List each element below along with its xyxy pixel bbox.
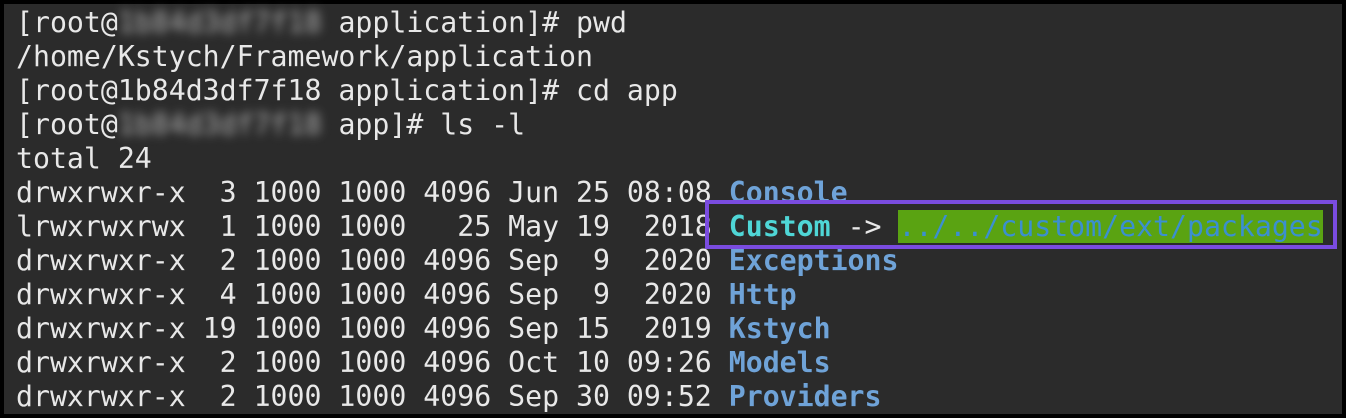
file-meta: drwxrwxr-x 19 1000 1000 4096 Sep 15 2019 — [16, 312, 729, 345]
prompt-prefix: [root@ — [16, 6, 118, 39]
terminal-line-cd-command: [root@1b84d3df7f18 application]# cd app — [16, 74, 678, 107]
symlink-target: ../../custom/ext/packages — [898, 210, 1323, 243]
terminal-line-total: total 24 — [16, 142, 152, 175]
terminal-line-pwd-command: [root@1b84d3df7f18 application]# pwd — [4, 6, 1342, 40]
terminal-window[interactable]: [root@1b84d3df7f18 application]# pwd /ho… — [4, 4, 1342, 414]
directory-name: Http — [728, 278, 797, 311]
file-meta: drwxrwxr-x 2 1000 1000 4096 Sep 30 09:52 — [16, 380, 729, 413]
listing-row-providers: drwxrwxr-x 2 1000 1000 4096 Sep 30 09:52… — [4, 380, 1342, 414]
symlink-arrow: -> — [830, 210, 899, 243]
prompt-command: app]# ls -l — [321, 108, 526, 141]
file-meta: drwxrwxr-x 4 1000 1000 4096 Sep 9 2020 — [16, 278, 729, 311]
terminal-line-pwd-output: /home/Kstych/Framework/application — [16, 40, 593, 73]
listing-row-models: drwxrwxr-x 2 1000 1000 4096 Oct 10 09:26… — [4, 346, 1342, 380]
directory-name: Models — [728, 346, 831, 379]
listing-row-exceptions: drwxrwxr-x 2 1000 1000 4096 Sep 9 2020 E… — [4, 244, 1342, 278]
directory-name: Console — [728, 176, 848, 209]
file-meta: drwxrwxr-x 3 1000 1000 4096 Jun 25 08:08 — [16, 176, 729, 209]
directory-name: Providers — [728, 380, 882, 413]
listing-row-console: drwxrwxr-x 3 1000 1000 4096 Jun 25 08:08… — [4, 176, 1342, 210]
blurred-hostname: 1b84d3df7f18 — [117, 6, 322, 39]
listing-row-http: drwxrwxr-x 4 1000 1000 4096 Sep 9 2020 H… — [4, 278, 1342, 312]
listing-row-custom: lrwxrwxrwx 1 1000 1000 25 May 19 2018 Cu… — [4, 210, 1342, 244]
prompt-prefix: [root@ — [16, 108, 118, 141]
file-meta: drwxrwxr-x 2 1000 1000 4096 Sep 9 2020 — [16, 244, 729, 277]
blurred-hostname: 1b84d3df7f18 — [117, 108, 322, 141]
terminal-line-ls-command: [root@1b84d3df7f18 app]# ls -l — [4, 108, 1342, 142]
file-meta: lrwxrwxrwx 1 1000 1000 25 May 19 2018 — [16, 210, 729, 243]
directory-name: Kstych — [728, 312, 831, 345]
file-meta: drwxrwxr-x 2 1000 1000 4096 Oct 10 09:26 — [16, 346, 729, 379]
prompt-command: application]# pwd — [321, 6, 627, 39]
directory-name: Exceptions — [728, 244, 899, 277]
symlink-name: Custom — [728, 210, 831, 243]
listing-row-kstych: drwxrwxr-x 19 1000 1000 4096 Sep 15 2019… — [4, 312, 1342, 346]
